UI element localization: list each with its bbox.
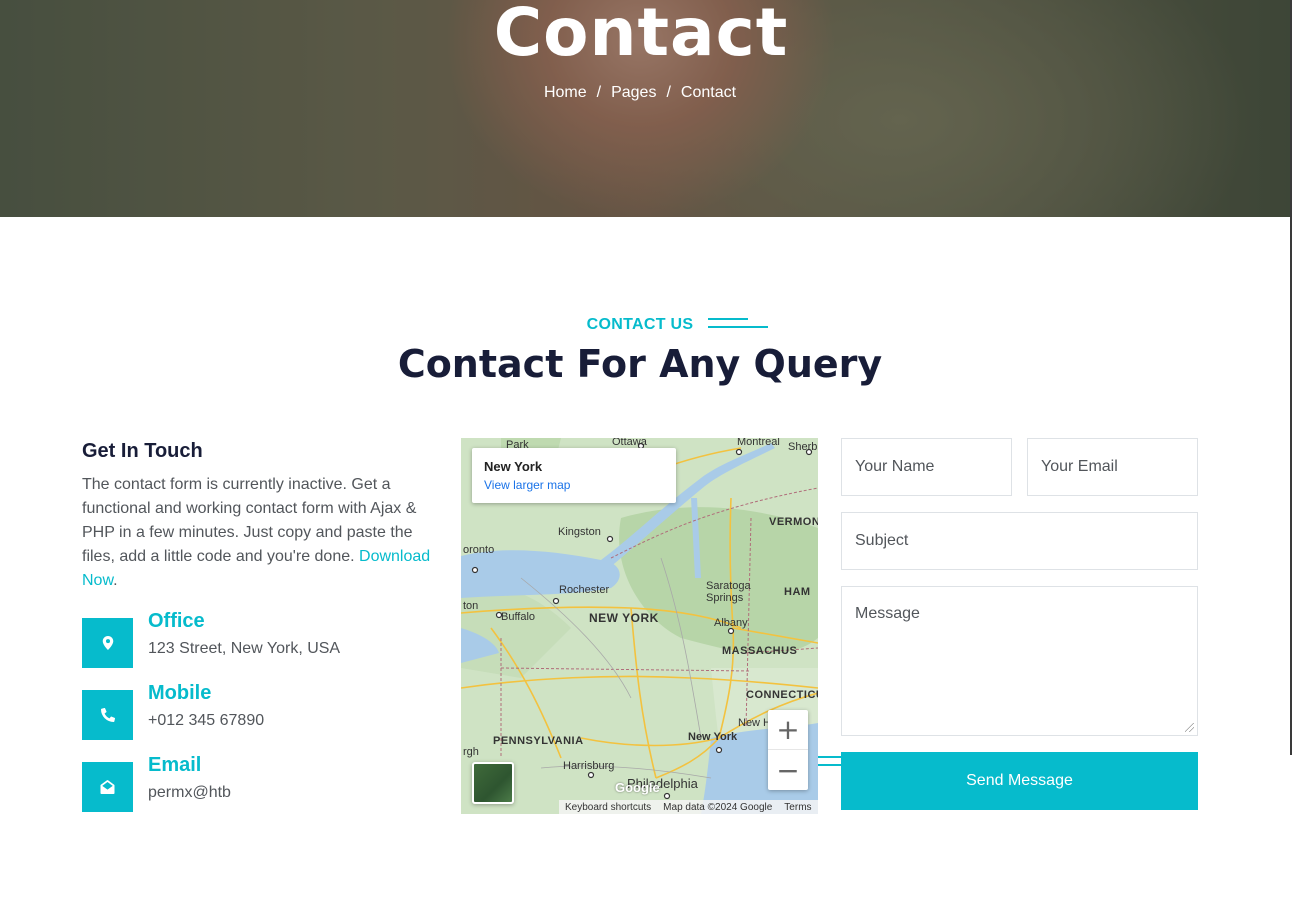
- map-label-buffalo: Buffalo: [501, 611, 536, 623]
- section-eyebrow: CONTACT US: [0, 316, 1280, 766]
- send-message-button[interactable]: Send Message: [841, 752, 1198, 810]
- zoom-out-button[interactable]: −: [768, 750, 808, 790]
- name-input[interactable]: [855, 458, 998, 476]
- map-label-harrisburg: Harrisburg: [563, 760, 615, 772]
- map-label-new-york-state: NEW YORK: [589, 611, 659, 625]
- message-field: [841, 586, 1198, 736]
- info-office: Office 123 Street, New York, USA: [82, 610, 432, 668]
- map-label-montreal: Montreal: [737, 438, 780, 448]
- map-zoom-controls: + −: [768, 710, 808, 790]
- get-in-touch-title: Get In Touch: [82, 440, 203, 462]
- eyebrow-text: CONTACT US: [586, 316, 694, 333]
- info-mobile: Mobile +012 345 67890: [82, 682, 432, 740]
- eyebrow-line-right: [708, 318, 768, 328]
- message-input[interactable]: [855, 605, 1184, 725]
- email-title: Email: [148, 754, 202, 776]
- breadcrumb-home[interactable]: Home: [544, 84, 587, 102]
- mobile-title: Mobile: [148, 682, 212, 704]
- map-marker-icon: [82, 618, 133, 668]
- phone-icon: [82, 690, 133, 740]
- hero-banner: Contact Home / Pages / Contact: [0, 0, 1290, 217]
- envelope-open-icon: [82, 762, 133, 812]
- view-larger-map-link[interactable]: View larger map: [484, 478, 664, 492]
- map-label-kingston: Kingston: [558, 526, 601, 538]
- page-title: Contact: [493, 0, 789, 71]
- map-label-saratoga: Saratoga Springs: [706, 580, 751, 604]
- subject-input[interactable]: [855, 532, 1184, 550]
- terms-link[interactable]: Terms: [784, 802, 811, 813]
- map-footer: Keyboard shortcuts Map data ©2024 Google…: [559, 800, 818, 814]
- map-place-card: New York View larger map: [472, 448, 676, 503]
- google-map[interactable]: Ottawa Montreal Sherbr Park Kingston VER…: [461, 438, 818, 814]
- map-label-pennsylvania: PENNSYLVANIA: [493, 735, 584, 747]
- map-label-vermont: VERMONT: [769, 516, 818, 528]
- map-place-title: New York: [484, 459, 543, 474]
- mobile-number: +012 345 67890: [148, 712, 265, 729]
- email-field: [1027, 438, 1198, 496]
- breadcrumb-separator: /: [666, 84, 671, 101]
- map-label-sherbrooke: Sherbr: [788, 441, 818, 453]
- map-label-toronto: oronto: [463, 544, 495, 556]
- get-in-touch-text: The contact form is currently inactive. …: [82, 473, 432, 593]
- map-label-hampshire: HAM: [784, 586, 811, 598]
- get-in-touch: Get In Touch The contact form is current…: [82, 440, 432, 593]
- map-label-ottawa: Ottawa: [612, 438, 647, 448]
- section-title: Contact For Any Query: [397, 342, 883, 386]
- breadcrumb-contact: Contact: [680, 84, 737, 101]
- office-address: 123 Street, New York, USA: [148, 640, 341, 657]
- subject-field: [841, 512, 1198, 570]
- map-label-massachusetts: MASSACHUS: [722, 645, 798, 657]
- map-label-rochester: Rochester: [559, 584, 610, 596]
- map-layer-toggle[interactable]: [472, 762, 514, 804]
- office-title: Office: [148, 610, 205, 632]
- email-address: permx@htb: [148, 784, 231, 801]
- map-label-new-york-city: New York: [688, 731, 738, 743]
- zoom-in-button[interactable]: +: [768, 710, 808, 750]
- map-label-hamilton: ton: [463, 600, 479, 612]
- map-data-attribution: Map data ©2024 Google: [663, 801, 773, 813]
- breadcrumb: Home / Pages / Contact: [0, 84, 1280, 102]
- google-logo: Google: [615, 780, 660, 795]
- name-field: [841, 438, 1012, 496]
- info-email: Email permx@htb: [82, 754, 432, 812]
- map-label-connecticut: CONNECTICU: [746, 689, 818, 701]
- map-label-albany: Albany: [714, 617, 748, 629]
- map-label-pittsburgh: rgh: [463, 746, 479, 758]
- resize-grip-icon[interactable]: [1185, 723, 1194, 732]
- breadcrumb-separator: /: [596, 84, 602, 101]
- get-in-touch-trailing: .: [113, 572, 118, 589]
- email-input[interactable]: [1041, 458, 1184, 476]
- breadcrumb-pages[interactable]: Pages: [611, 84, 656, 102]
- keyboard-shortcuts-link[interactable]: Keyboard shortcuts: [565, 802, 651, 813]
